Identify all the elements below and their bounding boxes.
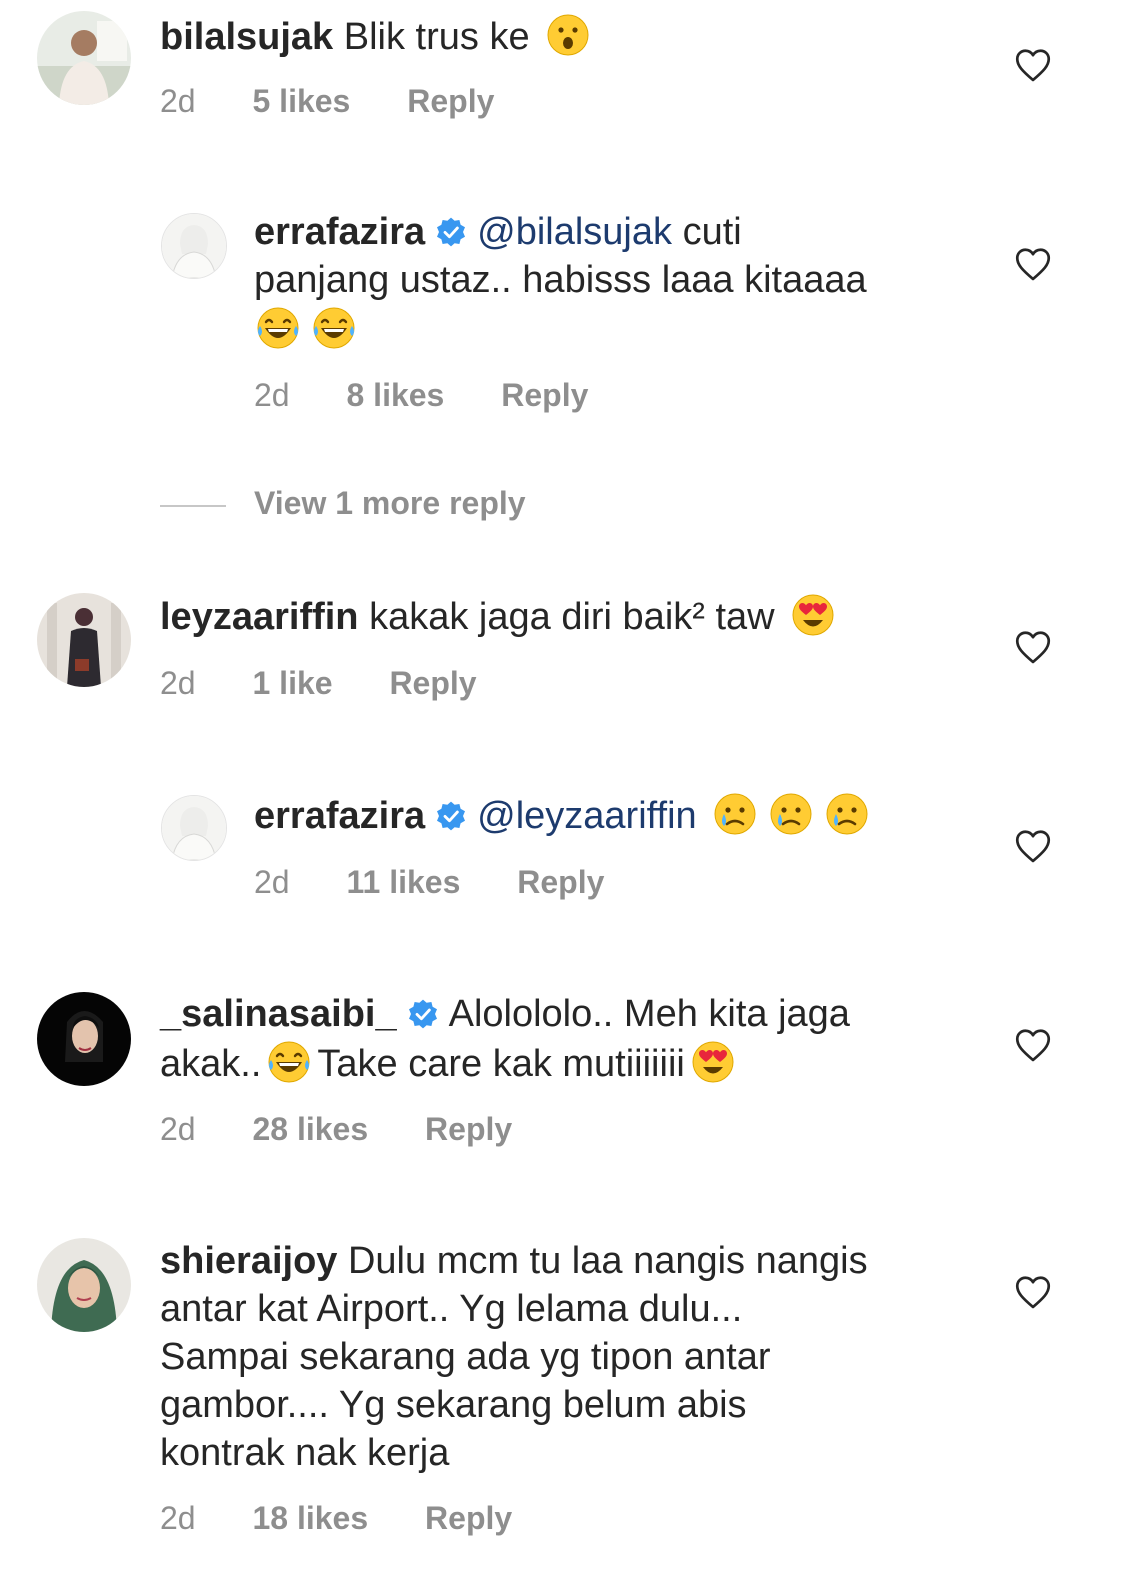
timestamp: 2d — [160, 1500, 196, 1536]
divider-line — [160, 505, 226, 507]
crying-emoji-icon — [767, 790, 815, 838]
avatar[interactable] — [37, 11, 131, 105]
comment-meta: 2d 28 likes Reply — [160, 1111, 560, 1148]
timestamp: 2d — [254, 864, 290, 900]
comment-text: Blik trus ke — [343, 16, 530, 58]
reply-button[interactable]: Reply — [425, 1500, 512, 1536]
likes-count[interactable]: 1 like — [252, 665, 332, 701]
comment-meta: 2d 18 likes Reply — [160, 1500, 560, 1537]
crying-emoji-icon — [823, 790, 871, 838]
comment-text: cuti — [682, 211, 742, 253]
surprised-emoji-icon — [544, 11, 592, 59]
heart-outline-icon[interactable] — [1015, 1028, 1051, 1062]
heart-eyes-emoji-icon — [789, 591, 837, 639]
comment-body: errafazira @leyzaariffin — [254, 790, 994, 840]
heart-outline-icon[interactable] — [1015, 829, 1051, 863]
comment-meta: 2d 11 likes Reply — [254, 864, 652, 901]
heart-outline-icon[interactable] — [1015, 48, 1051, 82]
heart-outline-icon[interactable] — [1015, 1275, 1051, 1309]
comment-body: bilalsujak Blik trus ke — [160, 11, 980, 61]
likes-count[interactable]: 8 likes — [346, 377, 444, 413]
username[interactable]: shieraijoy — [160, 1240, 337, 1282]
likes-count[interactable]: 5 likes — [252, 83, 350, 119]
view-more-replies-label[interactable]: View 1 more reply — [254, 485, 526, 522]
comment-text: Take care kak mutiiiiiii — [317, 1043, 685, 1085]
timestamp: 2d — [160, 83, 196, 119]
comment-text: akak.. — [160, 1043, 262, 1085]
comment-body: leyzaariffin kakak jaga diri baik² taw — [160, 591, 980, 641]
reply-button[interactable]: Reply — [517, 864, 604, 900]
comment-text: Dulu mcm tu laa nangis nangis — [347, 1240, 868, 1282]
comment-body: shieraijoy Dulu mcm tu laa nangis nangis… — [160, 1237, 990, 1477]
mention-link[interactable]: @leyzaariffin — [477, 795, 697, 837]
likes-count[interactable]: 11 likes — [346, 864, 460, 900]
comment-text-line: antar kat Airport.. Yg lelama dulu... — [160, 1288, 743, 1330]
verified-badge-icon — [407, 998, 439, 1030]
comment-body: errafazira @bilalsujak cuti panjang ustaz… — [254, 208, 994, 354]
heart-outline-icon[interactable] — [1015, 630, 1051, 664]
reply-button[interactable]: Reply — [425, 1111, 512, 1147]
comment-text-line: kontrak nak kerja — [160, 1432, 450, 1474]
reply-button[interactable]: Reply — [389, 665, 476, 701]
heart-eyes-emoji-icon — [689, 1038, 737, 1086]
laughing-tears-emoji-icon — [310, 304, 358, 352]
likes-count[interactable]: 18 likes — [252, 1500, 368, 1536]
verified-badge-icon — [435, 800, 467, 832]
verified-badge-icon — [435, 216, 467, 248]
username[interactable]: errafazira — [254, 795, 425, 837]
timestamp: 2d — [160, 665, 196, 701]
comment-text: kakak jaga diri baik² taw — [369, 596, 775, 638]
laughing-tears-emoji-icon — [254, 304, 302, 352]
comment-body: _salinasaibi_ Alolololo.. Meh kita jaga a… — [160, 990, 990, 1088]
comment-text-line: Sampai sekarang ada yg tipon antar — [160, 1336, 771, 1378]
avatar[interactable] — [161, 795, 227, 861]
reply-button[interactable]: Reply — [407, 83, 494, 119]
comment-text-line: panjang ustaz.. habisss laaa kitaaaa — [254, 259, 867, 301]
comment-meta: 2d 8 likes Reply — [254, 377, 636, 414]
username[interactable]: _salinasaibi_ — [160, 993, 397, 1035]
timestamp: 2d — [160, 1111, 196, 1147]
username[interactable]: leyzaariffin — [160, 596, 359, 638]
avatar[interactable] — [37, 992, 131, 1086]
crying-emoji-icon — [711, 790, 759, 838]
comment-meta: 2d 5 likes Reply — [160, 83, 542, 120]
comment-text-line: gambor.... Yg sekarang belum abis — [160, 1384, 747, 1426]
comment-text: Alolololo.. Meh kita jaga — [448, 993, 850, 1035]
heart-outline-icon[interactable] — [1015, 247, 1051, 281]
mention-link[interactable]: @bilalsujak — [477, 211, 672, 253]
username[interactable]: bilalsujak — [160, 16, 333, 58]
timestamp: 2d — [254, 377, 290, 413]
view-more-replies[interactable]: View 1 more reply — [160, 485, 860, 525]
avatar[interactable] — [37, 1238, 131, 1332]
username[interactable]: errafazira — [254, 211, 425, 253]
avatar[interactable] — [161, 213, 227, 279]
comment-meta: 2d 1 like Reply — [160, 665, 525, 702]
laughing-tears-emoji-icon — [265, 1038, 313, 1086]
avatar[interactable] — [37, 593, 131, 687]
reply-button[interactable]: Reply — [501, 377, 588, 413]
likes-count[interactable]: 28 likes — [252, 1111, 368, 1147]
